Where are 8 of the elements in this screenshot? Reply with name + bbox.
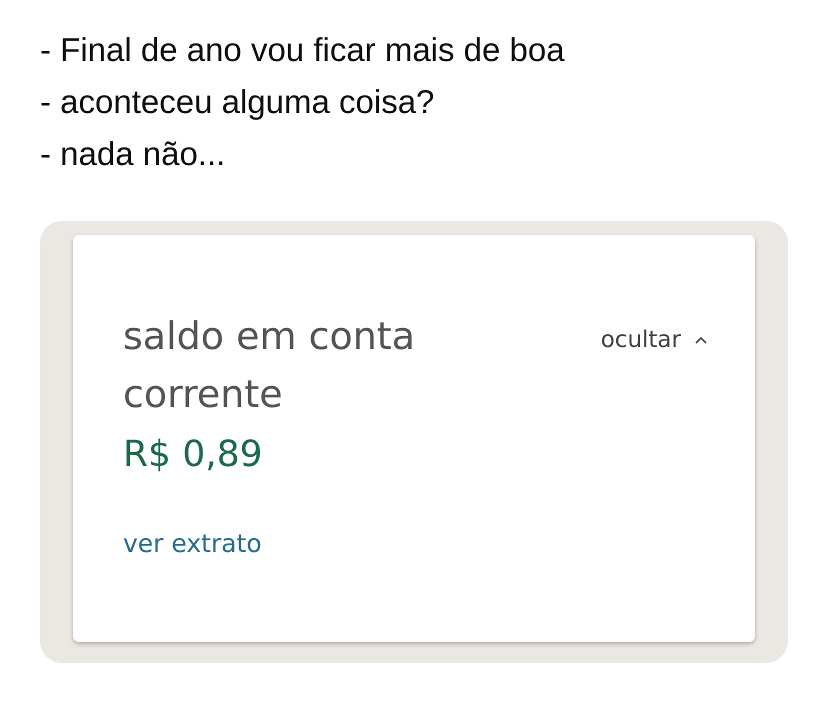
caption-line: - aconteceu alguma coisa? bbox=[40, 82, 436, 122]
chevron-up-icon bbox=[695, 336, 707, 344]
balance-title: saldo em conta corrente bbox=[123, 313, 416, 418]
caption-line: - nada não... bbox=[40, 134, 226, 174]
statement-link[interactable]: ver extrato bbox=[123, 525, 262, 562]
balance-amount: R$ 0,89 bbox=[123, 433, 264, 477]
caption-line: - Final de ano vou ficar mais de boa bbox=[40, 30, 566, 70]
hide-toggle[interactable]: ocultar bbox=[600, 323, 707, 358]
